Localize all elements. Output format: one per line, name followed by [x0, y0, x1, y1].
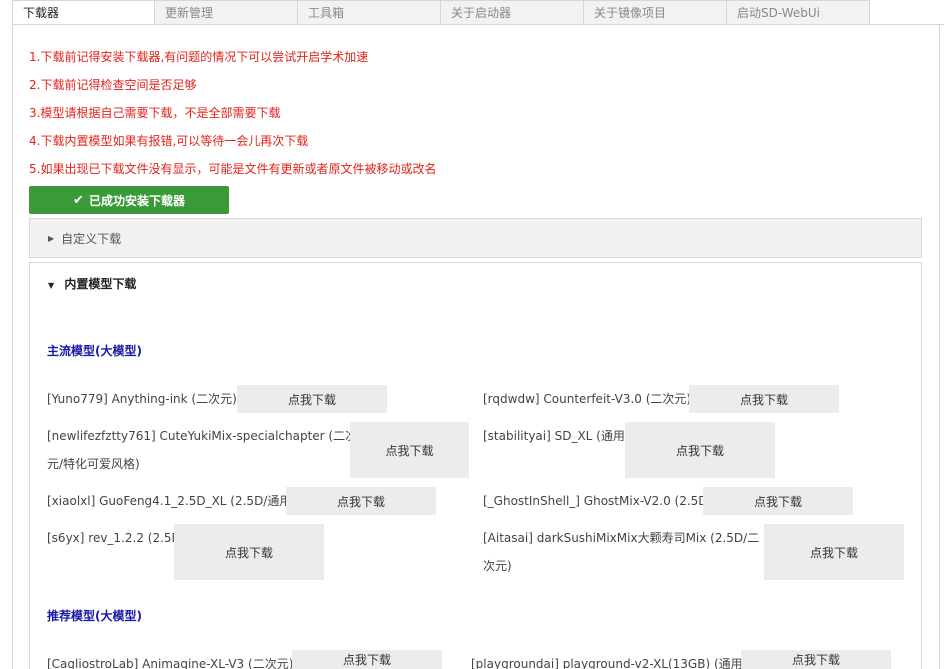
- panel-border-right: [939, 24, 940, 669]
- note-3: 3.模型请根据自己需要下载，不是全部需要下载: [29, 106, 281, 120]
- tab-about-launcher[interactable]: 关于启动器: [441, 0, 584, 25]
- builtin-download-accordion[interactable]: ▼ 内置模型下载: [48, 275, 136, 292]
- note-5: 5.如果出现已下载文件没有显示，可能是文件有更新或者原文件被移动或改名: [29, 162, 437, 176]
- download-button[interactable]: 点我下载: [286, 487, 436, 515]
- caret-down-icon: ▼: [48, 281, 55, 290]
- note-2: 2.下载前记得检查空间是否足够: [29, 78, 197, 92]
- model-name-line1: [newlifezfztty761] CuteYukiMix-specialch…: [47, 429, 358, 443]
- tab-launch-webui[interactable]: 启动SD-WebUi: [727, 0, 870, 25]
- model-name: [playgroundai] playground-v2-XL(13GB) (通…: [471, 657, 748, 669]
- builtin-download-panel: ▼ 内置模型下载: [29, 262, 922, 669]
- download-button[interactable]: 点我下载: [350, 422, 469, 478]
- model-name-line2: 次元): [483, 559, 512, 573]
- tab-update-manager[interactable]: 更新管理: [155, 0, 298, 25]
- panel-border-left: [12, 24, 13, 669]
- section-title-recommended: 推荐模型(大模型): [47, 609, 142, 623]
- model-name-line2: 元/特化可爱风格): [47, 457, 140, 471]
- download-button[interactable]: 点我下载: [689, 385, 839, 413]
- download-button[interactable]: 点我下载: [174, 524, 324, 580]
- custom-download-label: 自定义下载: [61, 231, 122, 246]
- note-4: 4.下载内置模型如果有报错,可以等待一会儿再次下载: [29, 134, 309, 148]
- tab-bar: 下载器 更新管理 工具箱 关于启动器 关于镜像项目 启动SD-WebUi: [12, 0, 870, 25]
- download-button[interactable]: 点我下载: [625, 422, 775, 478]
- model-name: [xiaolxl] GuoFeng4.1_2.5D_XL (2.5D/通用): [47, 494, 297, 508]
- download-button[interactable]: 点我下载: [237, 385, 387, 413]
- tab-about-mirror[interactable]: 关于镜像项目: [584, 0, 727, 25]
- model-name: [s6yx] rev_1.2.2 (2.5D): [47, 531, 186, 545]
- model-name: [stabilityai] SD_XL (通用): [483, 429, 630, 443]
- custom-download-accordion[interactable]: ▶ 自定义下载: [29, 218, 922, 258]
- model-name: [_GhostInShell_] GhostMix-V2.0 (2.5D): [483, 494, 713, 508]
- download-button[interactable]: 点我下载: [292, 650, 442, 669]
- installed-downloader-button[interactable]: ✔ 已成功安装下载器: [29, 186, 229, 214]
- installed-downloader-label: 已成功安装下载器: [88, 193, 185, 208]
- tab-toolbox[interactable]: 工具箱: [298, 0, 441, 25]
- download-button[interactable]: 点我下载: [764, 524, 904, 580]
- model-name: [CagliostroLab] Animagine-XL-V3 (二次元): [47, 657, 294, 669]
- model-name-line1: [Aitasai] darkSushiMixMix大颗寿司Mix (2.5D/二: [483, 531, 760, 545]
- builtin-download-label: 内置模型下载: [64, 277, 137, 291]
- note-1: 1.下载前记得安装下载器,有问题的情况下可以尝试开启学术加速: [29, 50, 369, 64]
- model-name: [Yuno779] Anything-ink (二次元): [47, 392, 237, 406]
- tab-downloader[interactable]: 下载器: [12, 0, 155, 25]
- section-title-mainstream: 主流模型(大模型): [47, 344, 142, 358]
- model-name: [rqdwdw] Counterfeit-V3.0 (二次元): [483, 392, 692, 406]
- caret-right-icon: ▶: [48, 233, 55, 243]
- download-button[interactable]: 点我下载: [741, 650, 891, 669]
- download-button[interactable]: 点我下载: [703, 487, 853, 515]
- checkmark-icon: ✔: [73, 192, 84, 208]
- tab-divider: [12, 24, 944, 25]
